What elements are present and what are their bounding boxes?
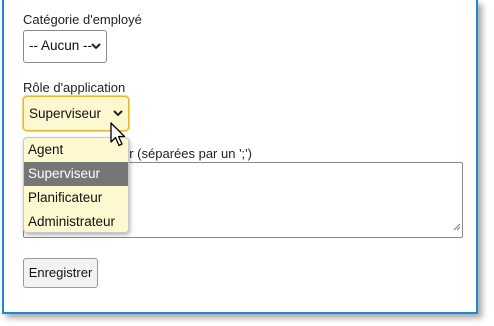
employee-category-label: Catégorie d'employé	[23, 12, 142, 27]
form-frame: Catégorie d'employé -- Aucun -- Rôle d'a…	[2, 0, 478, 314]
chevron-down-icon	[91, 31, 101, 62]
employee-category-value: -- Aucun --	[29, 38, 93, 53]
textarea-label: ur (séparées par un ';')	[122, 146, 252, 161]
option-superviseur[interactable]: Superviseur	[24, 162, 128, 186]
employee-category-select[interactable]: -- Aucun --	[23, 30, 107, 63]
resize-grip-icon[interactable]	[453, 218, 461, 236]
app-role-label: Rôle d'application	[23, 80, 126, 95]
option-administrateur[interactable]: Administrateur	[24, 210, 128, 232]
save-button[interactable]: Enregistrer	[23, 258, 98, 288]
app-role-value: Superviseur	[29, 106, 102, 121]
option-planificateur[interactable]: Planificateur	[24, 186, 128, 210]
mouse-pointer-icon	[110, 122, 128, 153]
